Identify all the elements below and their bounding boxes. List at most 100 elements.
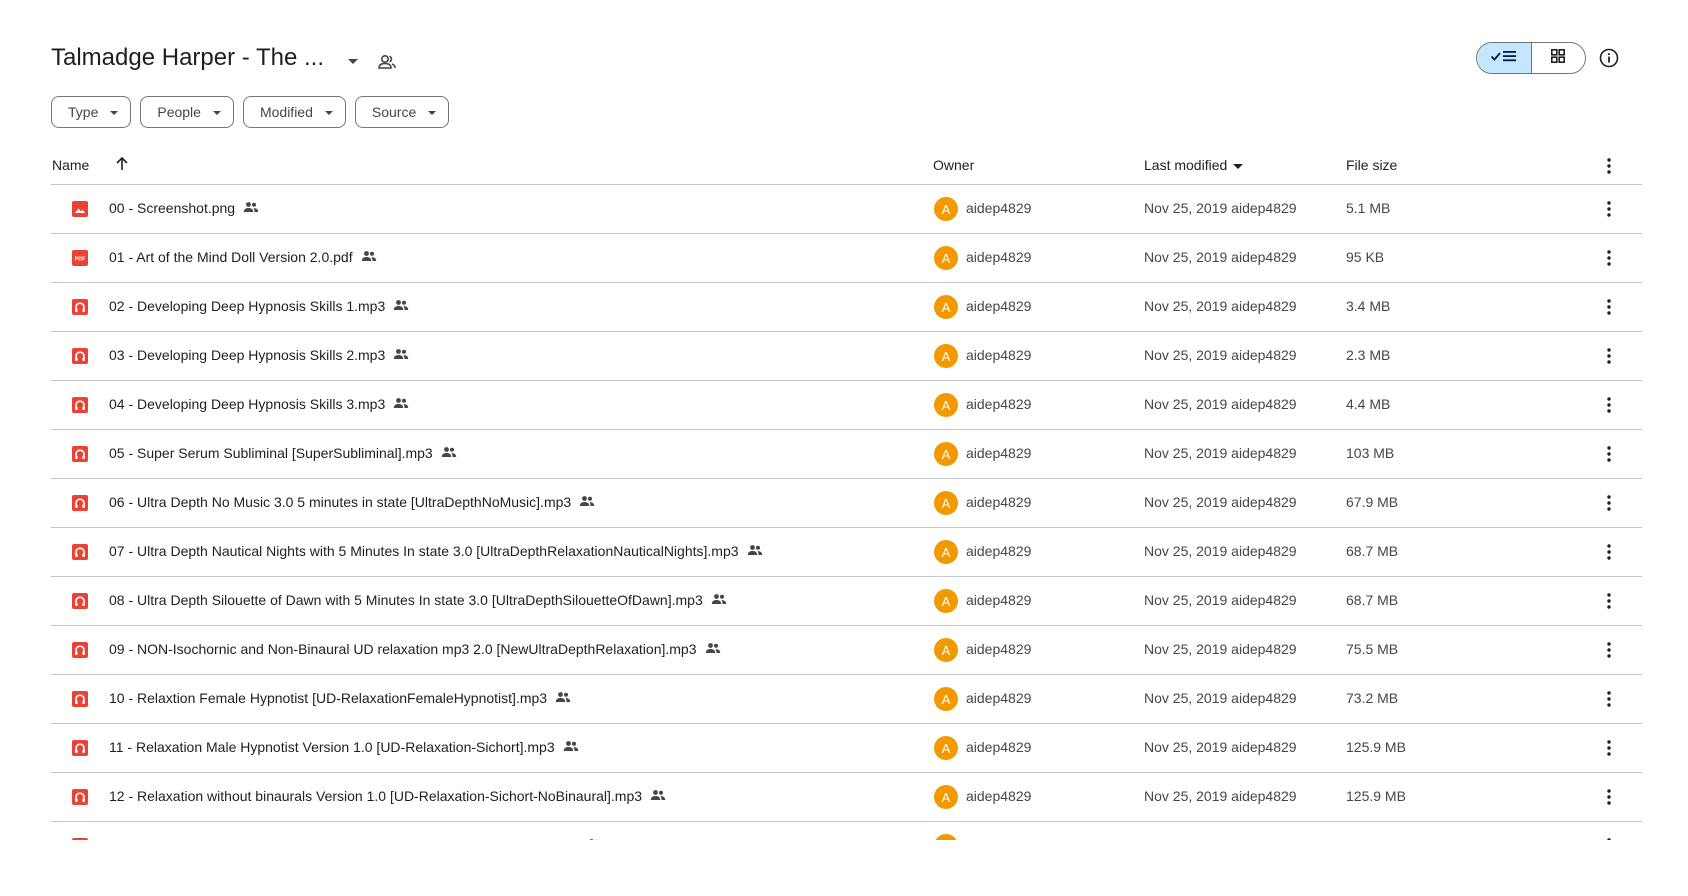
info-icon[interactable] — [1596, 45, 1622, 71]
image-file-icon — [72, 201, 88, 217]
owner-name: aidep4829 — [966, 690, 1032, 706]
last-modified: Nov 25, 2019 aidep4829 — [1144, 690, 1297, 706]
file-name-cell: 07 - Ultra Depth Nautical Nights with 5 … — [109, 543, 763, 559]
more-vert-icon[interactable] — [1599, 199, 1619, 219]
more-vert-icon[interactable] — [1599, 640, 1619, 660]
grid-view-button[interactable] — [1532, 43, 1585, 73]
filter-source[interactable]: Source — [354, 96, 450, 128]
file-name-cell: 09 - NON-Isochornic and Non-Binaural UD … — [109, 641, 721, 657]
table-row[interactable]: 05 - Super Serum Subliminal [SuperSublim… — [51, 430, 1642, 479]
table-row[interactable]: 13 - UD Relaxation Remake [SchumannUltra… — [51, 822, 1642, 840]
more-vert-icon[interactable] — [1599, 689, 1619, 709]
owner-name: aidep4829 — [966, 445, 1032, 461]
more-vert-icon[interactable] — [1599, 542, 1619, 562]
table-row[interactable]: 06 - Ultra Depth No Music 3.0 5 minutes … — [51, 479, 1642, 528]
shared-icon — [361, 249, 377, 265]
chevron-down-icon — [110, 110, 119, 115]
column-file-size[interactable]: File size — [1346, 157, 1397, 173]
more-vert-icon[interactable] — [1599, 346, 1619, 366]
shared-icon — [711, 592, 727, 608]
audio-file-icon — [72, 299, 88, 315]
owner-name: aidep4829 — [966, 837, 1031, 840]
more-vert-icon[interactable] — [1599, 787, 1619, 807]
table-row[interactable]: 03 - Developing Deep Hypnosis Skills 2.m… — [51, 332, 1642, 381]
table-row[interactable]: 00 - Screenshot.png Aaidep4829 Nov 25, 201… — [51, 185, 1642, 234]
more-vert-icon[interactable] — [1599, 395, 1619, 415]
table-row[interactable]: 08 - Ultra Depth Silouette of Dawn with … — [51, 577, 1642, 626]
owner-name: aidep4829 — [966, 494, 1032, 510]
owner-name: aidep4829 — [966, 298, 1032, 314]
filter-modified[interactable]: Modified — [242, 96, 346, 128]
more-vert-icon[interactable] — [1599, 248, 1619, 268]
file-name-cell: 06 - Ultra Depth No Music 3.0 5 minutes … — [109, 494, 595, 510]
more-vert-icon[interactable] — [1599, 297, 1619, 317]
shared-icon — [393, 396, 409, 412]
file-name: 05 - Super Serum Subliminal [SuperSublim… — [109, 445, 433, 461]
grid-icon — [1551, 48, 1566, 68]
filter-label: People — [157, 104, 201, 120]
folder-title[interactable]: Talmadge Harper - The ... — [51, 44, 324, 72]
audio-file-icon — [72, 397, 88, 413]
more-vert-icon[interactable] — [1599, 493, 1619, 513]
file-name: 12 - Relaxation without binaurals Versio… — [109, 788, 643, 804]
table-row[interactable]: 02 - Developing Deep Hypnosis Skills 1.m… — [51, 283, 1642, 332]
table-row[interactable]: 04 - Developing Deep Hypnosis Skills 3.m… — [51, 381, 1642, 430]
more-vert-icon[interactable] — [1599, 836, 1619, 840]
arrow-drop-down-icon[interactable] — [341, 50, 365, 74]
file-size: 75.5 MB — [1346, 641, 1399, 657]
file-size: 140.8 MB — [1346, 837, 1406, 840]
file-name-cell: 11 - Relaxation Male Hypnotist Version 1… — [109, 739, 579, 755]
shared-icon — [563, 739, 579, 755]
file-name-cell: 02 - Developing Deep Hypnosis Skills 1.m… — [109, 298, 409, 314]
table-row[interactable]: 09 - NON-Isochornic and Non-Binaural UD … — [51, 626, 1642, 675]
shared-icon — [393, 298, 409, 314]
file-name-cell: 10 - Relaxtion Female Hypnotist [UD-Rela… — [109, 690, 571, 706]
more-vert-icon[interactable] — [1599, 156, 1619, 176]
filter-type[interactable]: Type — [51, 96, 132, 128]
owner-name: aidep4829 — [966, 788, 1032, 804]
arrow-upward-icon[interactable] — [113, 155, 131, 173]
last-modified: Nov 25, 2019 aidep4829 — [1144, 200, 1297, 216]
avatar: A — [934, 785, 958, 809]
table-row[interactable]: 11 - Relaxation Male Hypnotist Version 1… — [51, 724, 1642, 773]
column-name[interactable]: Name — [52, 157, 89, 173]
table-row[interactable]: 10 - Relaxtion Female Hypnotist [UD-Rela… — [51, 675, 1642, 724]
table-row[interactable]: 07 - Ultra Depth Nautical Nights with 5 … — [51, 528, 1642, 577]
shared-icon — [650, 788, 666, 804]
file-name: 10 - Relaxtion Female Hypnotist [UD-Rela… — [109, 690, 548, 706]
column-last-modified[interactable]: Last modified — [1144, 157, 1244, 173]
filter-people[interactable]: People — [140, 96, 234, 128]
filter-label: Source — [371, 104, 417, 120]
column-owner[interactable]: Owner — [933, 157, 974, 173]
filter-label: Modified — [259, 104, 313, 120]
more-vert-icon[interactable] — [1599, 444, 1619, 464]
view-toggle — [1476, 42, 1586, 74]
filter-label: Type — [68, 104, 99, 120]
file-name: 01 - Art of the Mind Doll Version 2.0.pd… — [109, 249, 353, 265]
file-name-cell: 00 - Screenshot.png — [109, 200, 259, 216]
more-vert-icon[interactable] — [1599, 738, 1619, 758]
file-size: 73.2 MB — [1346, 690, 1399, 706]
last-modified: Nov 25, 2019 aidep4829 — [1144, 347, 1297, 363]
file-name: 11 - Relaxation Male Hypnotist Version 1… — [109, 739, 555, 755]
file-name: 06 - Ultra Depth No Music 3.0 5 minutes … — [109, 494, 572, 510]
more-vert-icon[interactable] — [1599, 591, 1619, 611]
list-view-button[interactable] — [1477, 43, 1532, 73]
table-row[interactable]: PDF 01 - Art of the Mind Doll Version 2.0… — [51, 234, 1642, 283]
file-size: 67.9 MB — [1346, 494, 1399, 510]
avatar: A — [934, 687, 958, 711]
avatar: A — [934, 540, 958, 564]
file-size: 68.7 MB — [1346, 592, 1399, 608]
file-size: 95 KB — [1346, 249, 1385, 265]
file-name-cell: 13 - UD Relaxation Remake [SchumannUltra… — [109, 837, 602, 840]
file-name-cell: 12 - Relaxation without binaurals Versio… — [109, 788, 666, 804]
file-name-cell: 05 - Super Serum Subliminal [SuperSublim… — [109, 445, 457, 461]
file-size: 68.7 MB — [1346, 543, 1399, 559]
file-table: Name Owner Last modified File size 00 - … — [51, 148, 1642, 840]
last-modified: Nov 25, 2019 aidep4829 — [1144, 592, 1297, 608]
last-modified: Nov 25, 2019 aidep4829 — [1144, 249, 1297, 265]
avatar: A — [934, 295, 958, 319]
table-header: Name Owner Last modified File size — [51, 148, 1642, 185]
chevron-down-icon — [212, 110, 221, 115]
table-row[interactable]: 12 - Relaxation without binaurals Versio… — [51, 773, 1642, 822]
